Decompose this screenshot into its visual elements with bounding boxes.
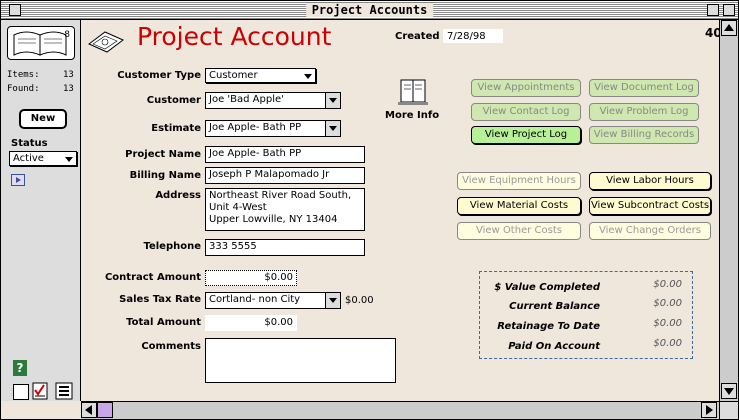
current-balance: $0.00 xyxy=(653,298,682,309)
view-problem-log-button[interactable]: View Problem Log xyxy=(589,103,699,121)
chevron-down-icon[interactable] xyxy=(325,121,340,136)
sales-tax-value: Cortland- non City xyxy=(209,294,301,305)
total-amount-value: $0.00 xyxy=(205,315,297,331)
sidebar: 8 Items: 13 Found: 13 New Status Active … xyxy=(1,20,81,401)
comments-input[interactable] xyxy=(205,338,396,383)
blank-page-icon[interactable] xyxy=(13,384,29,400)
view-subcontract-costs-button[interactable]: View Subcontract Costs xyxy=(589,197,711,215)
view-labor-hours-button[interactable]: View Labor Hours xyxy=(589,172,711,190)
more-info-label[interactable]: More Info xyxy=(385,110,439,121)
scroll-down-icon[interactable] xyxy=(721,383,737,399)
list-view-icon[interactable] xyxy=(55,382,73,400)
items-value: 13 xyxy=(63,70,74,80)
customer-type-value: Customer xyxy=(209,70,258,81)
close-box-icon[interactable] xyxy=(9,4,21,16)
view-contact-log-button[interactable]: View Contact Log xyxy=(471,103,581,121)
chevron-down-icon xyxy=(304,74,312,79)
window-title: Project Accounts xyxy=(305,3,434,17)
vertical-scrollbar[interactable] xyxy=(719,20,738,401)
scroll-up-icon[interactable] xyxy=(721,20,737,36)
customer-label: Customer xyxy=(146,95,201,106)
help-icon[interactable]: ? xyxy=(13,360,27,376)
status-value: Active xyxy=(13,153,44,164)
estimate-value: Joe Apple- Bath PP xyxy=(209,122,302,133)
found-value: 13 xyxy=(63,84,74,94)
status-select[interactable]: Active xyxy=(9,151,77,166)
book-icon[interactable]: 8 xyxy=(7,26,75,60)
total-amount-label: Total Amount xyxy=(126,317,201,328)
sales-tax-amount: $0.00 xyxy=(345,295,374,306)
main-content: Project Account Created 7/28/98 40 Custo… xyxy=(81,20,722,401)
billing-name-input[interactable]: Joseph P Malapomado Jr xyxy=(205,167,365,184)
view-billing-records-button[interactable]: View Billing Records xyxy=(589,126,699,144)
sales-tax-label: Sales Tax Rate xyxy=(119,294,201,305)
money-icon xyxy=(87,30,125,54)
view-project-log-button[interactable]: View Project Log xyxy=(471,126,581,144)
more-info-book-icon[interactable] xyxy=(395,78,431,106)
new-button[interactable]: New xyxy=(19,109,67,129)
collapse-box-icon[interactable] xyxy=(723,4,735,16)
customer-type-select[interactable]: Customer xyxy=(205,68,316,83)
scroll-left-icon[interactable] xyxy=(81,402,97,418)
project-name-input[interactable]: Joe Apple- Bath PP xyxy=(205,146,365,163)
found-label: Found: xyxy=(7,84,40,94)
status-label: Status xyxy=(11,138,48,149)
view-other-costs-button[interactable]: View Other Costs xyxy=(457,222,581,240)
chevron-down-icon xyxy=(65,157,73,162)
scroll-right-icon[interactable] xyxy=(701,402,717,418)
page-title: Project Account xyxy=(137,22,332,51)
billing-name-label: Billing Name xyxy=(129,170,201,181)
book-count: 8 xyxy=(64,30,70,40)
checklist-icon[interactable] xyxy=(32,382,50,400)
title-bar[interactable]: Project Accounts xyxy=(1,1,738,20)
view-document-log-button[interactable]: View Document Log xyxy=(589,79,699,97)
value-completed-label: $ Value Completed xyxy=(494,282,600,293)
address-label: Address xyxy=(155,190,201,201)
comments-label: Comments xyxy=(141,341,201,352)
zoom-box-icon[interactable] xyxy=(707,4,719,16)
scroll-thumb[interactable] xyxy=(97,402,113,418)
summary-panel: $ Value Completed $0.00 Current Balance … xyxy=(479,271,693,359)
sales-tax-field[interactable]: Cortland- non City xyxy=(205,292,341,309)
retainage: $0.00 xyxy=(653,318,682,329)
items-label: Items: xyxy=(7,70,40,80)
customer-field[interactable]: Joe 'Bad Apple' xyxy=(205,92,341,109)
project-name-label: Project Name xyxy=(125,149,201,160)
estimate-label: Estimate xyxy=(151,123,201,134)
window: Project Accounts 8 Items: 13 Found: 13 N… xyxy=(0,0,739,420)
estimate-field[interactable]: Joe Apple- Bath PP xyxy=(205,120,341,137)
play-icon[interactable] xyxy=(11,174,25,186)
view-change-orders-button[interactable]: View Change Orders xyxy=(589,222,711,240)
contract-amount-input[interactable]: $0.00 xyxy=(205,270,297,286)
contract-amount-label: Contract Amount xyxy=(104,272,201,283)
value-completed: $0.00 xyxy=(653,279,682,290)
view-appointments-button[interactable]: View Appointments xyxy=(471,79,581,97)
paid-on-account: $0.00 xyxy=(653,338,682,349)
resize-grip-icon[interactable] xyxy=(719,401,738,419)
paid-on-account-label: Paid On Account xyxy=(508,341,600,352)
horizontal-scrollbar[interactable] xyxy=(81,401,719,419)
created-value: 7/28/98 xyxy=(443,29,503,43)
customer-type-label: Customer Type xyxy=(117,70,201,81)
telephone-label: Telephone xyxy=(143,241,201,252)
customer-value: Joe 'Bad Apple' xyxy=(209,94,284,105)
chevron-down-icon[interactable] xyxy=(325,293,340,308)
current-balance-label: Current Balance xyxy=(509,301,600,312)
telephone-input[interactable]: 333 5555 xyxy=(205,239,365,256)
chevron-down-icon[interactable] xyxy=(325,93,340,108)
address-input[interactable]: Northeast River Road South, Unit 4-West … xyxy=(205,188,365,231)
retainage-label: Retainage To Date xyxy=(497,321,600,332)
view-material-costs-button[interactable]: View Material Costs xyxy=(457,197,581,215)
created-label: Created xyxy=(395,31,440,42)
view-equipment-hours-button[interactable]: View Equipment Hours xyxy=(457,172,581,190)
